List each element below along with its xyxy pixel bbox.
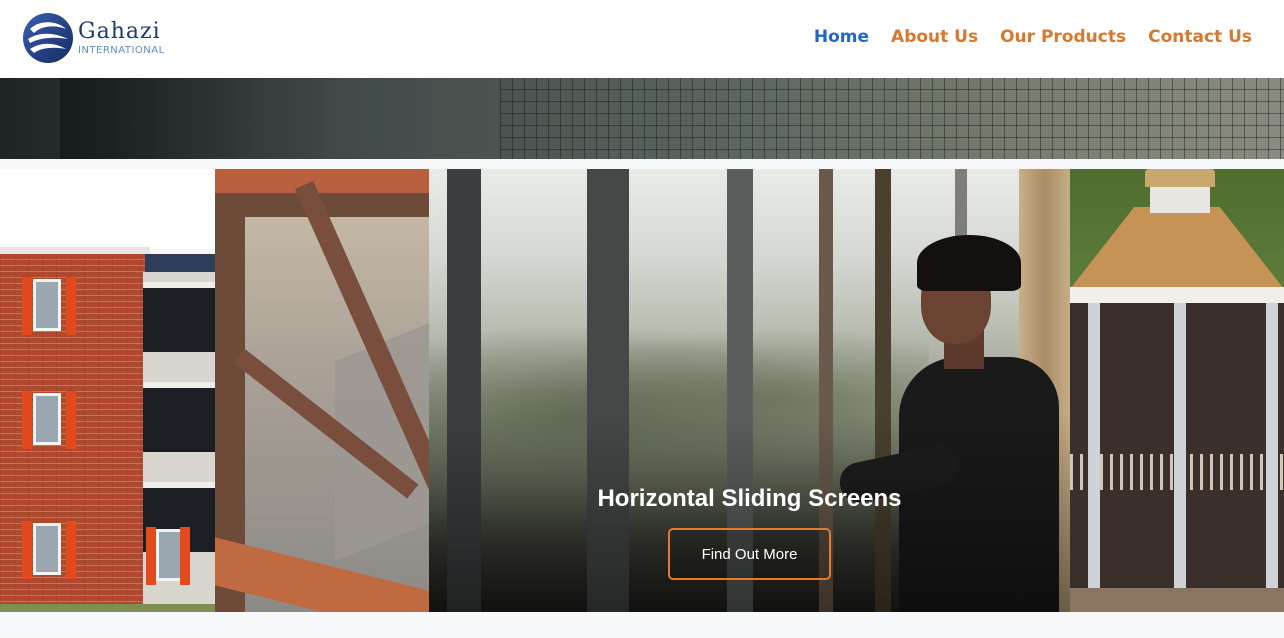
brand-name: Gahazi — [78, 18, 161, 44]
window — [33, 523, 61, 575]
window — [33, 393, 61, 445]
swirl-logo-icon — [23, 13, 73, 63]
balcony — [143, 282, 215, 352]
window-shutter — [66, 391, 76, 449]
balcony — [143, 382, 215, 452]
gazebo-floor — [1070, 588, 1284, 612]
window-shutter — [180, 527, 190, 585]
banner-shadow — [60, 78, 340, 159]
gazebo-post — [1174, 303, 1186, 588]
nav-contact-link[interactable]: Contact Us — [1148, 27, 1252, 47]
gazebo-cupola-roof — [1145, 169, 1215, 187]
site-header: Gahazi INTERNATIONAL Home About Us Our P… — [0, 0, 1284, 78]
main-nav: Home About Us Our Products Contact Us — [814, 27, 1252, 47]
window-shutter — [66, 521, 76, 579]
mesh-banner-image — [0, 78, 1284, 159]
brand-subtitle: INTERNATIONAL — [78, 44, 165, 56]
window-shutter — [146, 527, 156, 585]
screen-mesh-texture — [500, 78, 1284, 159]
hero-title: Horizontal Sliding Screens — [597, 485, 902, 512]
window-shutter — [22, 521, 32, 579]
sky-area — [0, 169, 215, 249]
gazebo-eave — [1070, 287, 1284, 303]
brand-logo[interactable]: Gahazi INTERNATIONAL — [22, 10, 182, 66]
window — [33, 279, 61, 331]
window-shutter — [22, 277, 32, 335]
nav-about-link[interactable]: About Us — [891, 27, 978, 47]
building-roof-dark — [140, 254, 215, 272]
lawn — [0, 604, 215, 612]
window-shutter — [22, 391, 32, 449]
page-footer-strip — [0, 612, 1284, 638]
gazebo-post — [1266, 303, 1278, 588]
window-shutter — [66, 277, 76, 335]
nav-home-link[interactable]: Home — [814, 27, 869, 47]
window-header-frame — [215, 169, 429, 193]
product-gallery: Horizontal Sliding Screens Find Out More — [0, 169, 1284, 612]
nav-products-link[interactable]: Our Products — [1000, 27, 1126, 47]
gallery-panel-gazebo[interactable] — [1070, 169, 1284, 612]
gallery-panel-building[interactable] — [0, 169, 215, 612]
gallery-panel-awning-window[interactable] — [215, 169, 429, 612]
find-out-more-button[interactable]: Find Out More — [668, 528, 831, 580]
gazebo-post — [1088, 303, 1100, 588]
hero-slide: Horizontal Sliding Screens Find Out More — [429, 169, 1070, 612]
